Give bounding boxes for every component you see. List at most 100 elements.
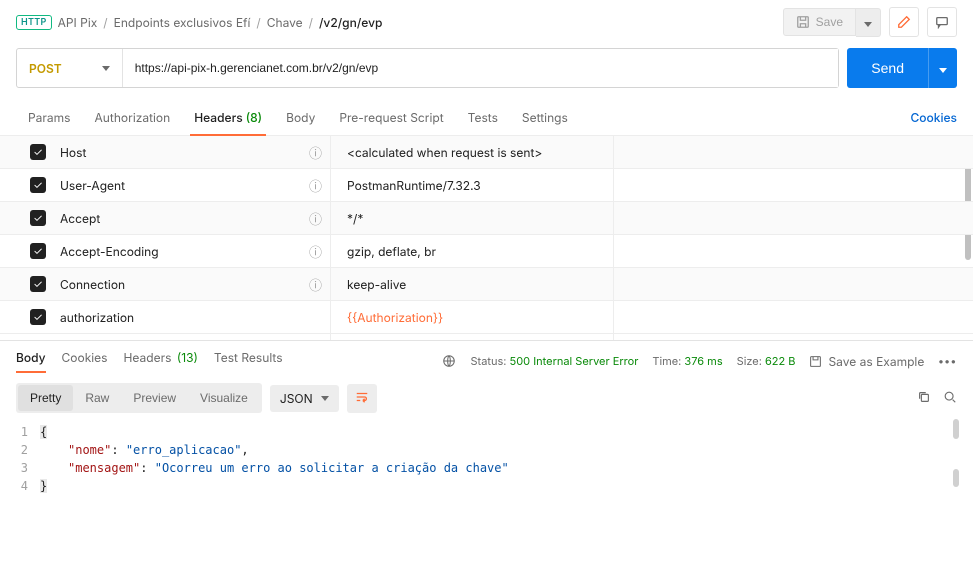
response-body[interactable]: 1 { 2 "nome": "erro_aplicacao", 3 "mensa… [0,419,973,503]
header-value[interactable]: keep-alive [347,277,406,292]
edit-button[interactable] [889,7,919,37]
save-example-button[interactable]: Save as Example [809,354,924,369]
header-key[interactable]: Accept [60,211,100,226]
header-value[interactable]: */* [347,211,363,226]
tab-headers-label: Headers [194,110,243,125]
info-icon[interactable]: ⓘ [309,176,322,195]
time-group: Time: 376 ms [652,354,722,368]
chevron-down-icon [939,68,947,73]
view-preview-button[interactable]: Preview [121,385,188,411]
header-key[interactable]: Accept-Encoding [60,244,159,259]
header-key[interactable]: Host [60,145,86,160]
pencil-icon [897,15,911,29]
tab-prerequest[interactable]: Pre-request Script [327,100,455,135]
breadcrumb: HTTP API Pix / Endpoints exclusivos Efí … [16,15,382,30]
status-group: Status: 500 Internal Server Error [470,354,638,368]
json-line: 2 "nome": "erro_aplicacao", [16,441,973,459]
tab-body[interactable]: Body [274,100,327,135]
response-bar: Body Cookies Headers (13) Test Results S… [0,341,973,377]
breadcrumb-item[interactable]: API Pix [58,15,98,30]
header-row: ✓ Connection ⓘ keep-alive [0,268,973,301]
view-pretty-button[interactable]: Pretty [18,385,73,411]
more-button[interactable]: ••• [938,354,957,368]
save-icon [809,355,822,368]
response-tab-headers-count: (13) [177,350,198,365]
tab-authorization[interactable]: Authorization [83,100,183,135]
body-scrollbar[interactable] [953,469,959,487]
response-tab-headers[interactable]: Headers (13) [124,350,198,373]
http-badge: HTTP [16,15,52,30]
checkbox[interactable]: ✓ [30,243,46,259]
header-key[interactable]: authorization [60,310,134,325]
copy-icon [917,390,931,404]
checkbox[interactable]: ✓ [30,144,46,160]
wrap-button[interactable] [347,384,377,413]
header-description[interactable] [613,301,957,333]
send-caret-button[interactable] [928,48,957,88]
search-button[interactable] [943,390,957,407]
response-tab-testresults[interactable]: Test Results [214,350,283,373]
format-select[interactable]: JSON [270,385,339,412]
header-value[interactable]: {{Authorization}} [347,310,443,325]
globe-icon[interactable] [442,354,456,368]
view-raw-button[interactable]: Raw [73,385,121,411]
header-description[interactable] [613,169,957,201]
url-input[interactable] [123,49,839,87]
save-button[interactable]: Save [783,8,856,36]
breadcrumb-item[interactable]: Endpoints exclusivos Efí [114,15,251,30]
checkbox[interactable]: ✓ [30,276,46,292]
checkbox[interactable]: ✓ [30,177,46,193]
checkbox[interactable]: ✓ [30,210,46,226]
breadcrumb-item[interactable]: Chave [267,15,303,30]
breadcrumb-current: /v2/gn/evp [319,15,382,30]
copy-button[interactable] [917,390,931,407]
header-row: ✓ Host ⓘ <calculated when request is sent… [0,136,973,169]
info-icon[interactable]: ⓘ [309,242,322,261]
view-visualize-button[interactable]: Visualize [188,385,260,411]
top-bar: HTTP API Pix / Endpoints exclusivos Efí … [0,0,973,44]
method-select[interactable]: POST [17,49,123,87]
body-scrollbar[interactable] [953,419,959,439]
save-icon [796,15,810,29]
header-description[interactable] [613,202,957,234]
response-tab-body[interactable]: Body [16,350,46,373]
size-group: Size: 622 B [737,354,796,368]
status-value: 500 Internal Server Error [510,354,639,368]
chevron-down-icon [102,66,110,71]
header-key[interactable]: User-Agent [60,178,125,193]
view-toggle: Pretty Raw Preview Visualize [16,383,262,413]
time-value: 376 ms [684,354,722,368]
send-button[interactable]: Send [847,48,928,88]
tab-settings[interactable]: Settings [510,100,580,135]
comment-icon [935,15,949,29]
header-description[interactable] [613,268,957,300]
header-value[interactable]: <calculated when request is sent> [347,145,542,160]
chevron-down-icon [864,22,872,27]
save-example-label: Save as Example [828,354,924,369]
checkbox[interactable]: ✓ [30,309,46,325]
comment-button[interactable] [927,7,957,37]
tab-headers[interactable]: Headers (8) [182,100,274,135]
tab-params[interactable]: Params [16,100,83,135]
header-description[interactable] [613,235,957,267]
cookies-link[interactable]: Cookies [910,110,957,125]
format-label: JSON [280,391,313,406]
header-row-new: Key Value Description [0,334,973,340]
header-value[interactable]: PostmanRuntime/7.32.3 [347,178,481,193]
view-controls: Pretty Raw Preview Visualize JSON [0,377,973,419]
breadcrumb-separator: / [256,15,260,30]
header-key[interactable]: Connection [60,277,125,292]
json-line: 4 } [16,477,973,495]
header-value[interactable]: gzip, deflate, br [347,244,436,259]
tab-tests[interactable]: Tests [456,100,510,135]
header-description[interactable] [613,136,957,168]
info-icon[interactable]: ⓘ [309,275,322,294]
response-tab-cookies[interactable]: Cookies [62,350,108,373]
wrap-icon [355,390,369,404]
header-row: ✓ authorization {{Authorization}} [0,301,973,334]
response-tab-headers-label: Headers [124,350,172,365]
info-icon[interactable]: ⓘ [309,143,322,162]
url-bar: POST Send [0,44,973,100]
save-caret-button[interactable] [856,8,881,37]
info-icon[interactable]: ⓘ [309,209,322,228]
